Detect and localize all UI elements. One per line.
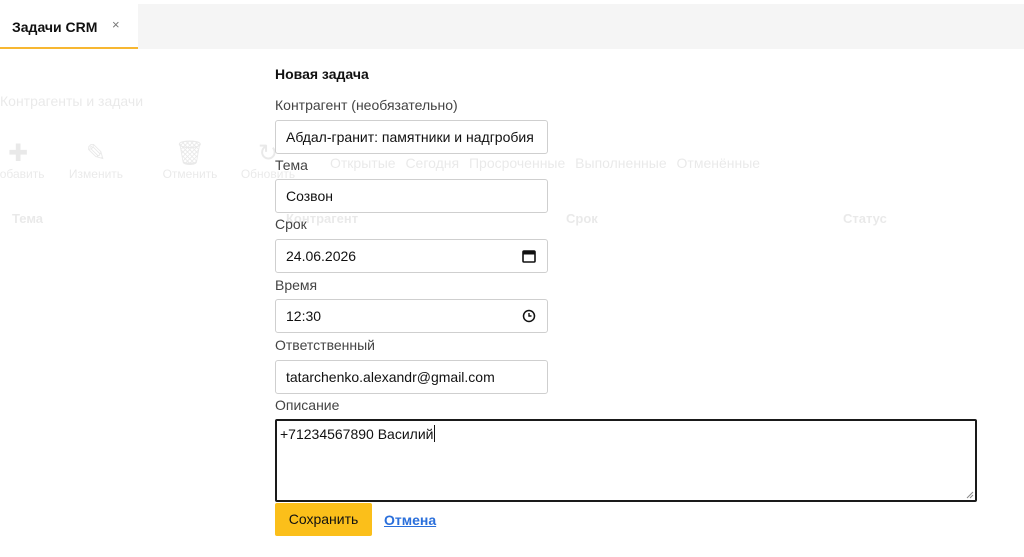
contractor-label: Контрагент (необязательно) [275, 97, 458, 113]
cancel-link[interactable]: Отмена [384, 512, 436, 528]
resize-handle-icon[interactable] [965, 490, 974, 499]
description-value: +71234567890 Василий [280, 426, 434, 442]
clock-icon[interactable] [522, 309, 536, 323]
form-title: Новая задача [275, 66, 369, 82]
deadline-label: Срок [275, 216, 307, 232]
new-task-form: Новая задача Контрагент (необязательно) … [0, 0, 1024, 557]
subject-value: Созвон [286, 188, 333, 204]
save-button[interactable]: Сохранить [275, 503, 372, 536]
responsible-label: Ответственный [275, 337, 375, 353]
calendar-icon[interactable] [522, 249, 536, 263]
responsible-field[interactable]: tatarchenko.alexandr@gmail.com [275, 360, 548, 394]
contractor-value: Абдал-гранит: памятники и надгробия [286, 129, 534, 145]
description-label: Описание [275, 397, 340, 413]
contractor-field[interactable]: Абдал-гранит: памятники и надгробия [275, 120, 548, 154]
subject-field[interactable]: Созвон [275, 179, 548, 213]
deadline-value: 24.06.2026 [286, 248, 357, 264]
description-textarea[interactable]: +71234567890 Василий [275, 419, 977, 502]
time-label: Время [275, 277, 318, 293]
time-value: 12:30 [286, 308, 322, 324]
text-caret [434, 425, 436, 442]
subject-label: Тема [275, 157, 308, 173]
time-field[interactable]: 12:30 [275, 299, 548, 333]
deadline-field[interactable]: 24.06.2026 [275, 239, 548, 273]
responsible-value: tatarchenko.alexandr@gmail.com [286, 369, 495, 385]
